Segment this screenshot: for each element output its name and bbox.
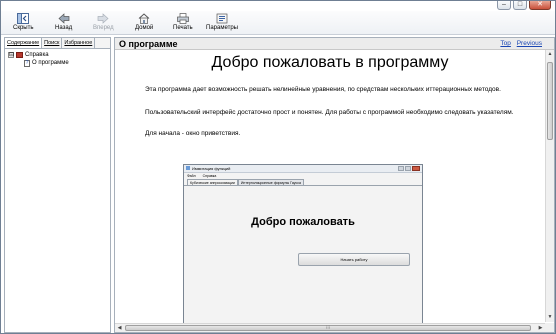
mini-maximize-icon [405,166,411,171]
screenshot-heading: Добро пожаловать [251,216,355,228]
screenshot-window-controls [398,166,420,171]
navigation-pane: Содержание Поиск Избранное ⊟ Справка ? О… [4,37,111,333]
back-label: Назад [55,25,73,31]
intro-paragraph: Эта программа дает возможность решать не… [145,86,501,93]
screenshot-tab-gauss: Интерполяционные формулы Гаусса [237,179,304,185]
hide-button[interactable]: Скрыть [13,13,33,33]
options-label: Параметры [206,25,238,31]
help-doc-icon: ? [24,59,30,67]
screenshot-title-bar: Иммитация функций [184,165,422,173]
contents-tree: ⊟ Справка ? О программе [8,51,69,67]
forward-button[interactable]: Вперед [93,13,114,33]
tab-favorites[interactable]: Избранное [62,38,96,48]
tab-search[interactable]: Поиск [42,38,63,48]
hide-pane-icon [17,13,30,24]
toolbar: Скрыть Назад Вперед Домой Печать Парамет… [1,11,555,35]
back-arrow-icon [58,13,69,24]
close-button[interactable]: ✕ [529,1,551,10]
topic-nav-links: Top Previous [496,40,542,47]
scroll-down-icon[interactable]: ▼ [546,313,554,322]
scroll-up-icon[interactable]: ▲ [546,50,554,59]
nav-tabs: Содержание Поиск Избранное [5,38,110,49]
print-icon [176,13,189,24]
hide-label: Скрыть [13,25,34,31]
home-button[interactable]: Домой [135,13,153,33]
previous-link[interactable]: Previous [517,40,542,47]
menu-help: Справка [202,174,217,178]
topic-content: Добро пожаловать в программу Эта програм… [115,50,545,324]
top-link[interactable]: Top [500,40,510,47]
print-button[interactable]: Печать [173,13,193,33]
forward-label: Вперед [93,25,114,31]
tab-contents[interactable]: Содержание [5,38,43,48]
vertical-scroll-thumb[interactable] [547,62,553,140]
interface-paragraph: Пользовательский интерфейс достаточно пр… [145,109,514,116]
topic-header: О программе Top Previous [115,38,554,50]
app-icon [186,166,190,170]
screenshot-tab-cubic: Кубические аппроксимации [187,179,238,185]
maximize-button[interactable]: □ [513,1,527,10]
back-button[interactable]: Назад [55,13,72,33]
welcome-window-screenshot: Иммитация функций Файл Справка Кубически… [183,164,423,324]
forward-arrow-icon [97,13,109,24]
scroll-corner [545,323,554,332]
options-icon [216,13,228,24]
screenshot-tabs: Кубические аппроксимации Интерполяционны… [184,179,422,186]
tree-item-help[interactable]: ⊟ Справка [8,51,69,59]
home-label: Домой [135,25,154,31]
menu-file: Файл [187,174,196,178]
screenshot-start-button: Начать работу [298,253,410,266]
scroll-right-icon[interactable]: ▶ [536,324,545,332]
horizontal-scrollbar[interactable]: ◀ ⁝⁝⁝ ▶ [115,323,545,332]
page-heading: Добро пожаловать в программу [211,54,449,71]
title-bar: – □ ✕ [1,1,555,11]
topic-title: О программе [119,39,178,49]
window-controls: – □ ✕ [497,1,551,11]
vertical-scrollbar[interactable]: ▲ ▼ [545,50,554,322]
help-window: – □ ✕ Скрыть Назад Вперед Домой Печать П… [0,0,556,334]
collapse-icon[interactable]: ⊟ [8,52,14,58]
scroll-left-icon[interactable]: ◀ [115,324,124,332]
screenshot-title: Иммитация функций [192,166,231,171]
tree-item-label: О программе [32,60,69,66]
topic-pane: О программе Top Previous Добро пожаловат… [114,37,555,333]
mini-minimize-icon [398,166,404,171]
tree-item-label: Справка [25,52,49,58]
start-paragraph: Для начала - окно приветствия. [145,130,241,137]
tree-item-about[interactable]: ? О программе [8,59,69,67]
home-icon [138,13,150,24]
book-icon [16,52,23,58]
screenshot-body: Добро пожаловать Начать работу [184,186,422,322]
mini-close-icon [412,166,420,171]
options-button[interactable]: Параметры [206,13,238,33]
print-label: Печать [173,25,193,31]
minimize-button[interactable]: – [497,1,511,10]
horizontal-scroll-thumb[interactable]: ⁝⁝⁝ [125,325,531,331]
